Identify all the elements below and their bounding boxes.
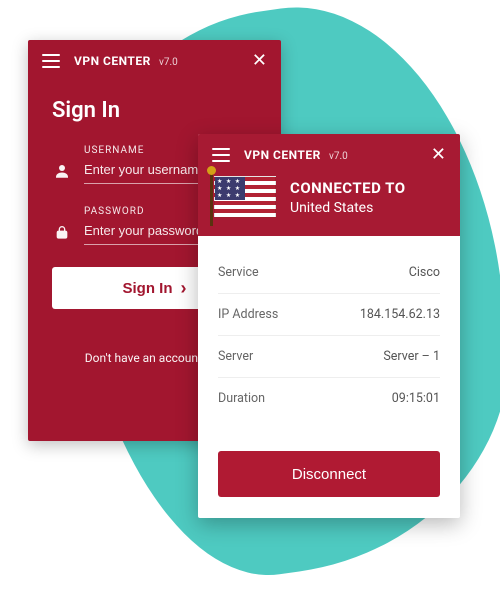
connected-label: CONNECTED TO — [290, 179, 406, 197]
signin-button-label: Sign In — [123, 280, 173, 297]
server-value: Server – 1 — [383, 349, 440, 364]
close-icon[interactable]: ✕ — [431, 146, 446, 164]
ip-label: IP Address — [218, 307, 278, 322]
service-value: Cisco — [409, 265, 440, 280]
signin-heading: Sign In — [52, 98, 257, 123]
status-title: CONNECTED TO United States — [290, 179, 406, 216]
country-flag — [214, 176, 276, 218]
app-title-text: VPN CENTER — [74, 54, 151, 68]
app-title: VPN CENTER v7.0 — [74, 54, 178, 69]
signup-text: Don't have an account? — [85, 351, 208, 365]
app-version-text: v7.0 — [159, 57, 178, 68]
app-version-text: v7.0 — [329, 151, 348, 162]
connected-location: United States — [290, 200, 406, 216]
us-flag-icon — [214, 176, 276, 218]
duration-label: Duration — [218, 391, 265, 406]
server-label: Server — [218, 349, 253, 364]
user-icon — [52, 162, 72, 180]
row-server: Server Server – 1 — [218, 336, 440, 378]
ip-value: 184.154.62.13 — [360, 307, 440, 322]
lock-icon — [52, 223, 72, 241]
row-service: Service Cisco — [218, 252, 440, 294]
row-ip: IP Address 184.154.62.13 — [218, 294, 440, 336]
status-details: Service Cisco IP Address 184.154.62.13 S… — [198, 236, 460, 437]
status-window: VPN CENTER v7.0 ✕ CONNECTED TO United St… — [198, 134, 460, 518]
menu-icon[interactable] — [42, 54, 60, 68]
row-duration: Duration 09:15:01 — [218, 378, 440, 419]
close-icon[interactable]: ✕ — [252, 52, 267, 70]
service-label: Service — [218, 265, 259, 280]
signin-titlebar: VPN CENTER v7.0 ✕ — [28, 40, 281, 80]
app-title-text: VPN CENTER — [244, 148, 321, 162]
chevron-right-icon: › — [181, 279, 187, 297]
disconnect-label: Disconnect — [292, 466, 366, 483]
status-header: VPN CENTER v7.0 ✕ CONNECTED TO United St… — [198, 134, 460, 236]
app-title: VPN CENTER v7.0 — [244, 148, 348, 163]
duration-value: 09:15:01 — [392, 391, 440, 406]
disconnect-button[interactable]: Disconnect — [218, 451, 440, 497]
menu-icon[interactable] — [212, 148, 230, 162]
